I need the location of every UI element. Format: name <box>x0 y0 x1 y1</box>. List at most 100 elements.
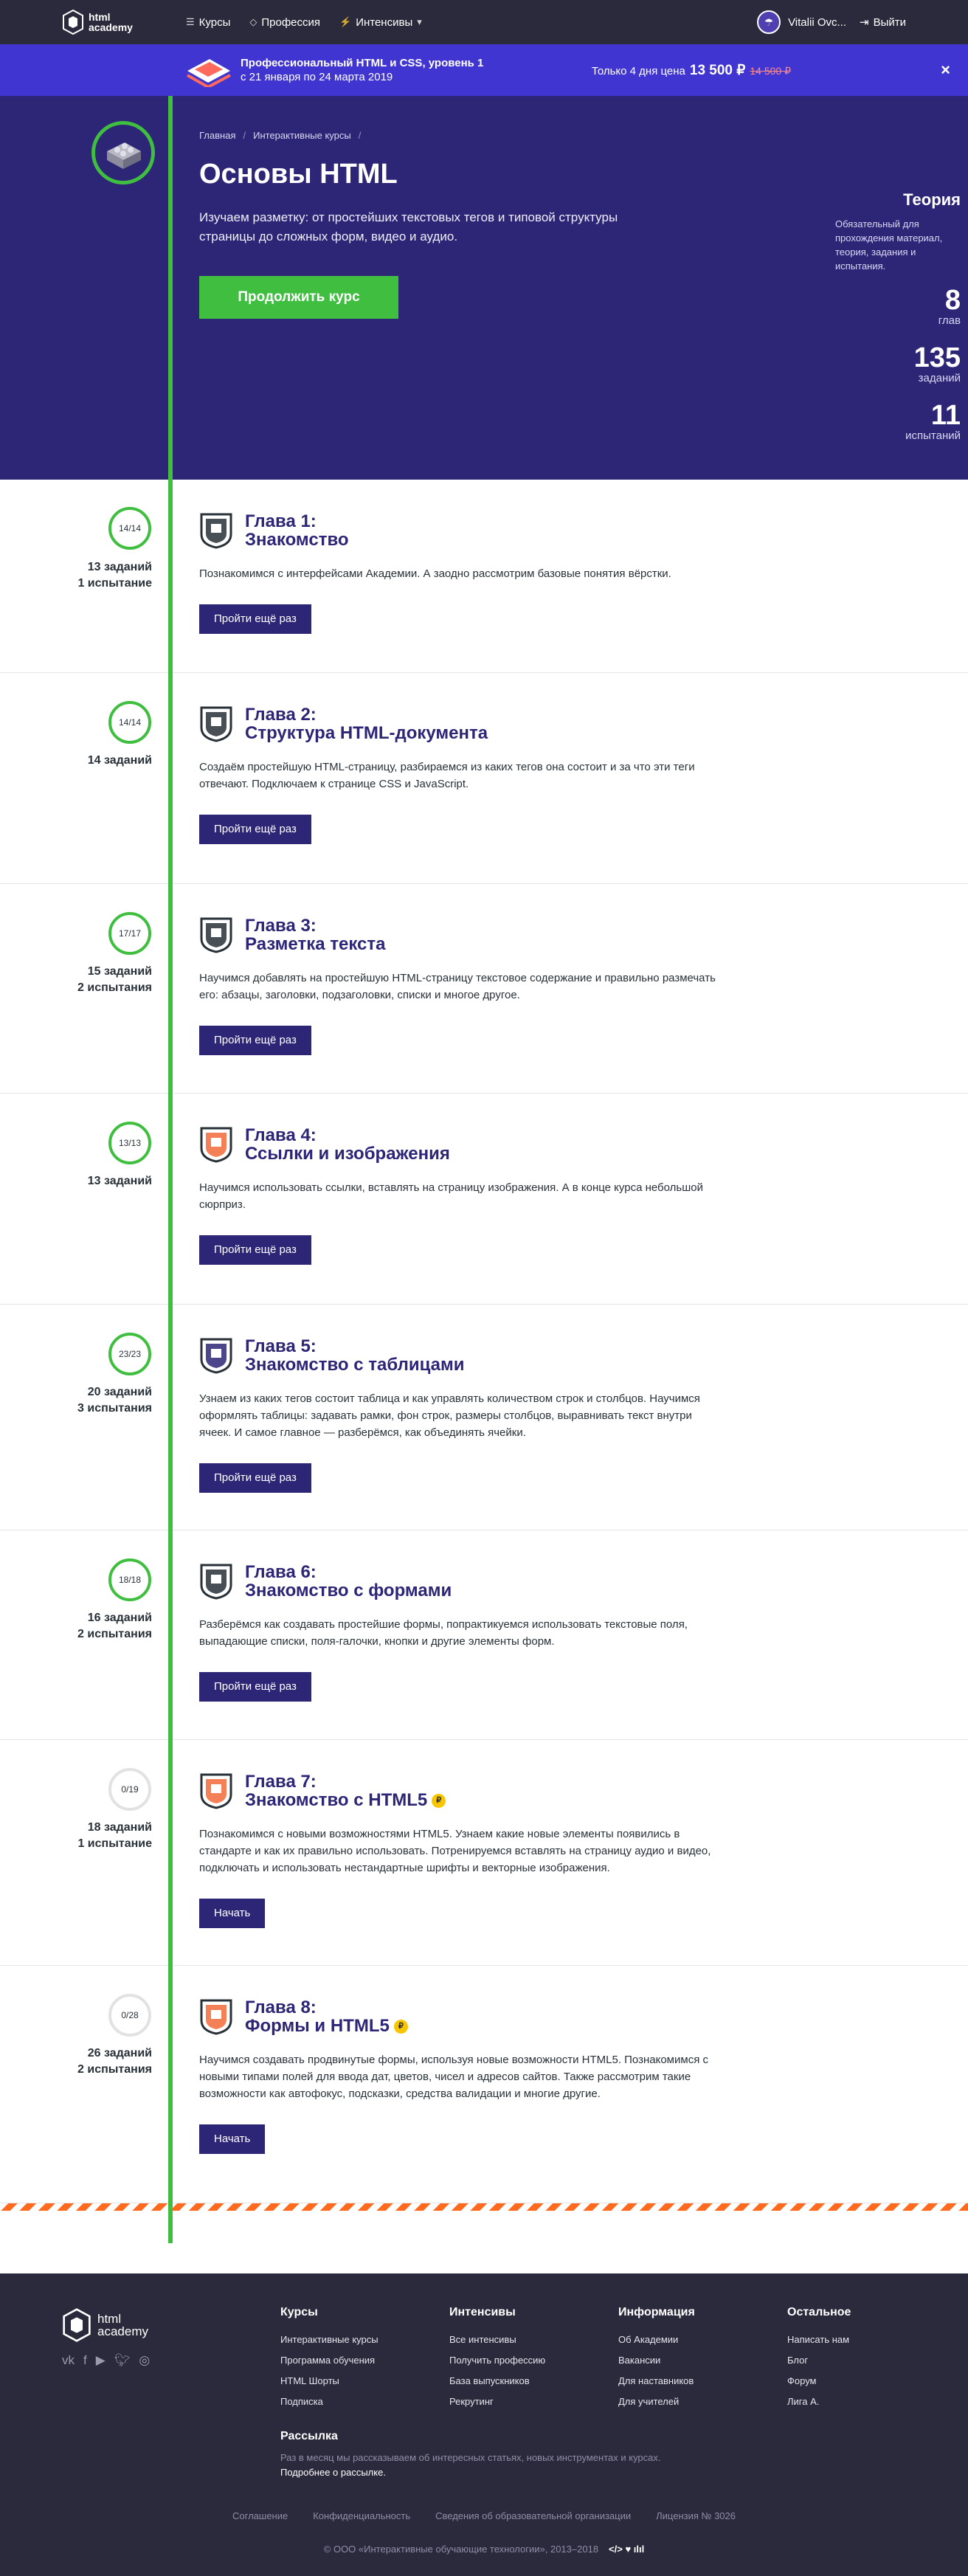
chapter-progress: 14/14 <box>108 507 151 550</box>
chapter-number: Глава 1: <box>245 511 317 531</box>
hero-main: Главная / Интерактивные курсы / Основы H… <box>199 130 686 319</box>
start-chapter-button[interactable]: Начать <box>199 1899 266 1928</box>
chapter-title[interactable]: Глава 8: Формы и HTML5 ₽ <box>245 1998 408 2035</box>
chapter-name: Ссылки и изображения <box>245 1144 450 1163</box>
chapter-item: 14/14 14 заданий Глава 2: Структура HTML… <box>0 673 968 884</box>
chapter-item: 18/18 16 заданий 2 испытания Глава 6: Зна… <box>0 1530 968 1740</box>
footer-logo[interactable]: html academy <box>62 2306 148 2344</box>
footer-link[interactable]: Рекрутинг <box>449 2392 618 2412</box>
coin-icon: ₽ <box>393 2020 408 2034</box>
chevron-down-icon: ▾ <box>417 16 422 27</box>
chapter-name: Разметка текста <box>245 935 385 953</box>
chapter-body: Глава 1: Знакомство Познакомимся с интер… <box>199 512 723 634</box>
promo-banner[interactable]: Профессиональный HTML и CSS, уровень 1 с… <box>0 44 968 96</box>
logo-text: html academy <box>97 2313 148 2338</box>
footer-link[interactable]: Получить профессию <box>449 2350 618 2371</box>
newsletter-link[interactable]: Подробнее о рассылке. <box>280 2467 386 2478</box>
chapter-title[interactable]: Глава 7: Знакомство с HTML5 ₽ <box>245 1772 446 1809</box>
chapter-title[interactable]: Глава 1: Знакомство <box>245 512 349 549</box>
chapter-body: Глава 4: Ссылки и изображения Научимся и… <box>199 1126 723 1265</box>
legal-link[interactable]: Сведения об образовательной организации <box>435 2510 631 2521</box>
vk-icon[interactable]: vk <box>62 2353 75 2368</box>
lego-brick-icon <box>107 142 141 169</box>
breadcrumb-home[interactable]: Главная <box>199 130 235 141</box>
chapter-stat: 13 заданий <box>87 1175 152 1187</box>
continue-course-button[interactable]: Продолжить курс <box>199 276 398 319</box>
repeat-chapter-button[interactable]: Пройти ещё раз <box>199 815 311 844</box>
repeat-chapter-button[interactable]: Пройти ещё раз <box>199 604 311 634</box>
youtube-icon[interactable]: ▶ <box>96 2353 106 2368</box>
close-icon[interactable]: × <box>941 61 950 80</box>
footer-link[interactable]: Лига А. <box>787 2392 956 2412</box>
footer-column-title: Интенсивы <box>449 2306 516 2318</box>
logout-label: Выйти <box>873 15 906 29</box>
logo[interactable]: html academy <box>62 10 180 35</box>
breadcrumb: Главная / Интерактивные курсы / <box>199 130 686 141</box>
footer-link[interactable]: Программа обучения <box>280 2350 449 2371</box>
chapter-title[interactable]: Глава 2: Структура HTML-документа <box>245 705 488 742</box>
footer-link[interactable]: Интерактивные курсы <box>280 2330 449 2350</box>
twitter-icon[interactable]: 🐦︎ <box>114 2353 131 2368</box>
repeat-chapter-button[interactable]: Пройти ещё раз <box>199 1463 311 1493</box>
theory-description: Обязательный для прохождения материал, т… <box>835 218 943 272</box>
legal-links: Соглашение Конфиденциальность Сведения о… <box>0 2510 968 2521</box>
chapter-description: Научимся создавать продвинутые формы, ис… <box>199 2054 708 2100</box>
logout-link[interactable]: ⇥ Выйти <box>860 15 906 30</box>
repeat-chapter-button[interactable]: Пройти ещё раз <box>199 1026 311 1055</box>
footer-column: Остальное Написать нам Блог Форум Лига А. <box>787 2306 956 2412</box>
chapter-description: Научимся использовать ссылки, вставлять … <box>199 1181 703 1211</box>
footer-link[interactable]: Форум <box>787 2371 956 2392</box>
nav-label: Профессия <box>261 15 321 29</box>
chapter-stat: 20 заданий <box>87 1386 152 1398</box>
html5-icon <box>200 1773 232 1809</box>
chapter-number: Глава 8: <box>245 1997 317 2017</box>
start-chapter-button[interactable]: Начать <box>199 2124 266 2154</box>
menu-icon: ☰ <box>186 16 195 27</box>
footer-link[interactable]: Об Академии <box>618 2330 787 2350</box>
chapter-title[interactable]: Глава 5: Знакомство с таблицами <box>245 1337 464 1374</box>
footer-link[interactable]: Для учителей <box>618 2392 787 2412</box>
chapter-title[interactable]: Глава 4: Ссылки и изображения <box>245 1126 450 1163</box>
brand-mark[interactable]: </> ♥ ılıl <box>609 2544 644 2555</box>
chapter-progress: 0/19 <box>108 1768 151 1811</box>
chapter-body: Глава 2: Структура HTML-документа Создаё… <box>199 705 723 844</box>
nav-item-profession[interactable]: ◇ Профессия <box>249 16 320 29</box>
facebook-icon[interactable]: f <box>83 2353 87 2368</box>
chapter-item: 14/14 13 заданий 1 испытание Глава 1: Зна… <box>0 480 968 673</box>
legal-link[interactable]: Соглашение <box>232 2510 288 2521</box>
footer-link[interactable]: Написать нам <box>787 2330 956 2350</box>
breadcrumb-courses[interactable]: Интерактивные курсы <box>253 130 351 141</box>
chapter-stat: 1 испытание <box>77 577 152 590</box>
chapter-name-text: Знакомство с формами <box>245 1581 452 1600</box>
chapter-stat: 18 заданий <box>87 1821 152 1834</box>
chapter-name: Знакомство с таблицами <box>245 1356 464 1374</box>
footer-link[interactable]: Вакансии <box>618 2350 787 2371</box>
legal-link[interactable]: Конфиденциальность <box>313 2510 410 2521</box>
nav-item-intensives[interactable]: ⚡ Интенсивы ▾ <box>339 16 422 29</box>
nav-item-courses[interactable]: ☰ Курсы <box>186 16 230 29</box>
footer-link[interactable]: Для наставников <box>618 2371 787 2392</box>
chapter-title[interactable]: Глава 3: Разметка текста <box>245 916 385 953</box>
legal-link[interactable]: Лицензия № 3026 <box>656 2510 736 2521</box>
shield-icon <box>200 513 232 549</box>
user-menu[interactable]: ☂ Vitalii Ovc... <box>757 10 846 34</box>
logo-text: html academy <box>89 12 133 32</box>
footer-link[interactable]: База выпускников <box>449 2371 618 2392</box>
theory-title: Теория <box>903 190 961 209</box>
chapter-number: Глава 3: <box>245 916 317 936</box>
footer-link[interactable]: Все интенсивы <box>449 2330 618 2350</box>
repeat-chapter-button[interactable]: Пройти ещё раз <box>199 1235 311 1265</box>
footer-link[interactable]: Подписка <box>280 2392 449 2412</box>
instagram-icon[interactable]: ◎ <box>139 2353 150 2368</box>
footer-link[interactable]: HTML Шорты <box>280 2371 449 2392</box>
newsletter: Рассылка Раз в месяц мы рассказываем об … <box>280 2430 664 2480</box>
chapter-stats: 20 заданий 3 испытания <box>4 1384 152 1417</box>
stat-chapters: 8 глав <box>938 286 961 327</box>
repeat-chapter-button[interactable]: Пройти ещё раз <box>199 1672 311 1702</box>
chapter-title[interactable]: Глава 6: Знакомство с формами <box>245 1563 452 1600</box>
chapter-description: Узнаем из каких тегов состоит таблица и … <box>199 1392 700 1439</box>
chapter-item: 17/17 15 заданий 2 испытания Глава 3: Раз… <box>0 884 968 1094</box>
footer-link[interactable]: Блог <box>787 2350 956 2371</box>
chapter-stat: 26 заданий <box>87 2047 152 2059</box>
